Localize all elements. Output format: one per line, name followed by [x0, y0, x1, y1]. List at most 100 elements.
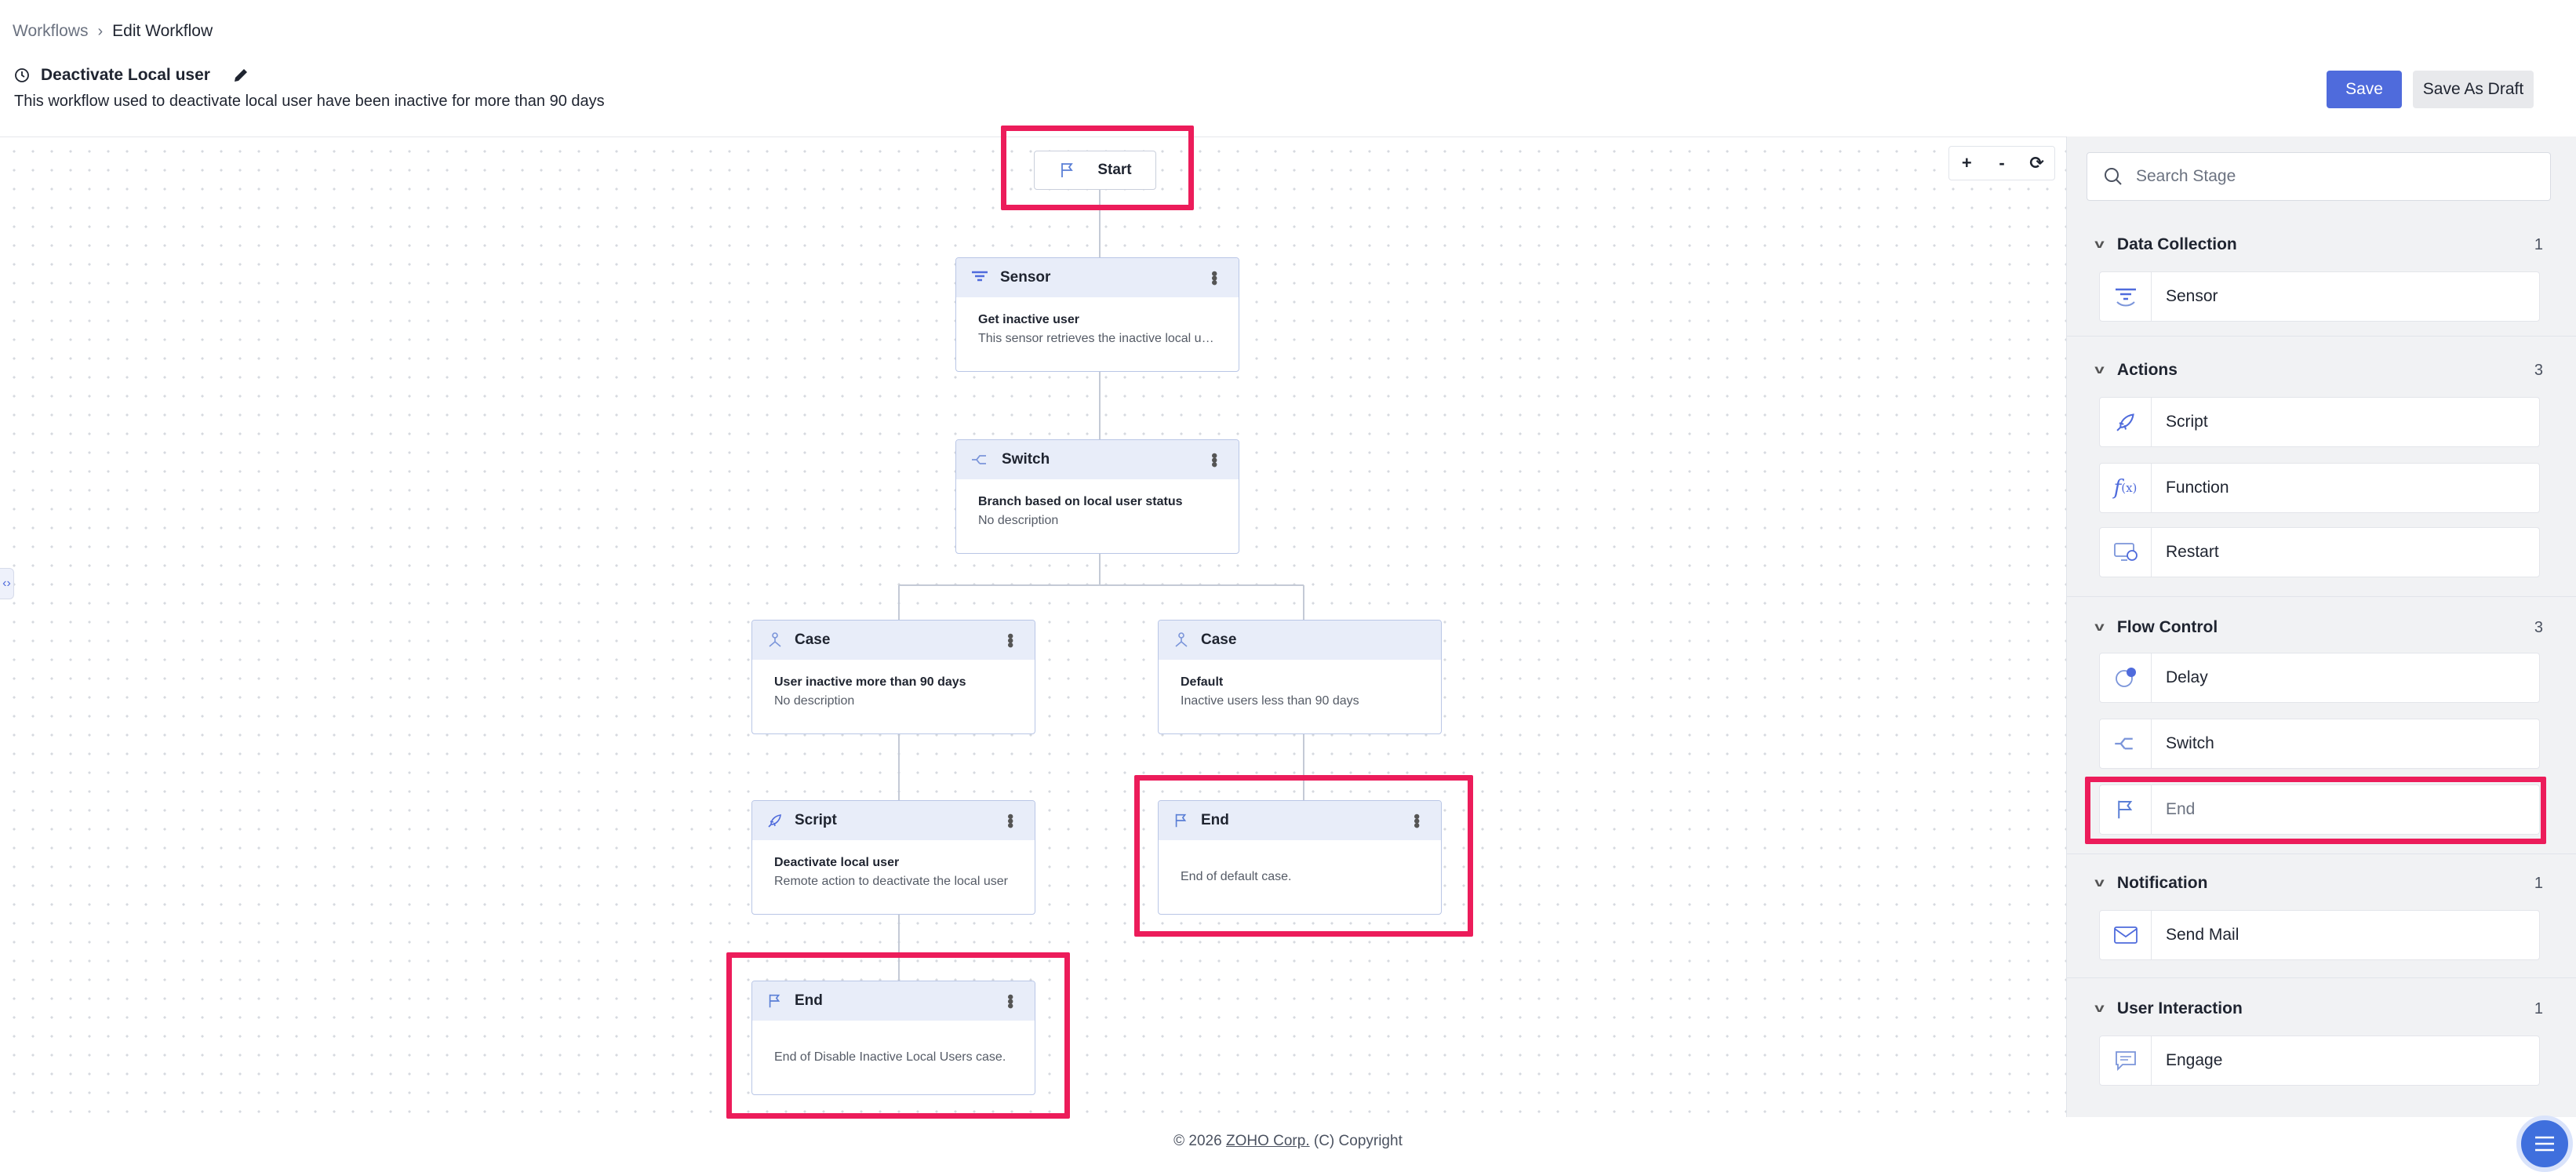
category-label: User Interaction	[2116, 999, 2243, 1017]
stage-item-restart[interactable]: Restart	[2099, 527, 2540, 577]
node-name: Branch based on local user status	[978, 495, 1183, 508]
stage-item-engage[interactable]: Engage	[2099, 1036, 2540, 1086]
node-type: Script	[795, 812, 837, 828]
node-header: Case •••	[752, 621, 1035, 660]
case-node-default[interactable]: Case Default Inactive users less than 90…	[1158, 620, 1442, 734]
workflow-description: This workflow used to deactivate local u…	[14, 93, 605, 110]
search-icon	[2105, 168, 2122, 185]
more-options-icon[interactable]: •••	[1406, 813, 1427, 827]
stage-item-delay[interactable]: Delay	[2099, 653, 2540, 703]
stage-item-end[interactable]: End	[2099, 784, 2540, 835]
sensor-node[interactable]: Sensor ••• Get inactive user This sensor…	[955, 257, 1239, 372]
footer-copyright: © 2026 ZOHO Corp. (C) Copyright	[0, 1133, 2576, 1150]
category-data-collection[interactable]: v Data Collection 1	[2094, 235, 2543, 254]
flag-icon	[1061, 163, 1074, 177]
chevron-right-icon: ›	[97, 22, 104, 40]
category-count: 1	[2534, 999, 2543, 1017]
category-notification[interactable]: v Notification 1	[2094, 874, 2543, 893]
node-name: Get inactive user	[978, 313, 1079, 326]
node-type: Sensor	[1000, 269, 1051, 286]
chat-bubble-icon	[2100, 1036, 2152, 1085]
breadcrumb-current: Edit Workflow	[112, 22, 213, 40]
rocket-icon	[768, 814, 781, 828]
expand-sidebar-icon[interactable]: ‹›	[0, 568, 14, 599]
flag-icon	[1175, 813, 1187, 828]
case-branch-icon	[1175, 632, 1188, 647]
stage-item-label: Sensor	[2166, 287, 2218, 305]
footer-copyright-text: (C) Copyright	[1313, 1133, 1403, 1149]
stage-item-label: Restart	[2166, 543, 2219, 561]
breadcrumb: Workflows › Edit Workflow	[13, 22, 213, 41]
save-as-draft-button[interactable]: Save As Draft	[2413, 71, 2534, 108]
zoom-in-button[interactable]: +	[1952, 153, 1981, 173]
category-count: 3	[2534, 361, 2543, 379]
footer-year: © 2026	[1173, 1133, 1222, 1149]
node-type: End	[1201, 812, 1229, 828]
chevron-down-icon: v	[2094, 238, 2105, 251]
stage-item-label: Engage	[2166, 1051, 2223, 1069]
stage-item-label: Script	[2166, 413, 2208, 431]
workflow-title: Deactivate Local user	[14, 66, 249, 85]
category-user-interaction[interactable]: v User Interaction 1	[2094, 999, 2543, 1018]
node-description: Remote action to deactivate the local us…	[774, 875, 1008, 888]
node-description: Inactive users less than 90 days	[1181, 694, 1359, 708]
app-root: Workflows › Edit Workflow Deactivate Loc…	[0, 0, 2576, 1172]
more-options-icon[interactable]: •••	[1000, 994, 1021, 1007]
breadcrumb-workflows-link[interactable]: Workflows	[13, 22, 88, 41]
category-label: Data Collection	[2116, 235, 2237, 253]
chevron-down-icon: v	[2094, 363, 2105, 377]
start-node[interactable]: Start	[1034, 151, 1156, 190]
node-header: Script •••	[752, 801, 1035, 840]
end-node-main[interactable]: End ••• End of Disable Inactive Local Us…	[751, 981, 1035, 1095]
more-options-icon[interactable]: •••	[1204, 453, 1224, 466]
category-label: Notification	[2116, 874, 2208, 892]
category-count: 1	[2534, 874, 2543, 892]
save-button[interactable]: Save	[2327, 71, 2402, 108]
menu-fab-button[interactable]	[2516, 1116, 2573, 1172]
footer-company-link[interactable]: ZOHO Corp.	[1226, 1133, 1310, 1149]
rocket-icon	[2100, 398, 2152, 446]
node-description: No description	[978, 514, 1059, 527]
flag-icon	[769, 994, 780, 1008]
node-description: End of default case.	[1181, 870, 1292, 883]
node-type: Switch	[1002, 451, 1050, 468]
search-stage-box[interactable]	[2087, 152, 2551, 201]
stage-item-sensor[interactable]: Sensor	[2099, 271, 2540, 322]
node-header: End •••	[1159, 801, 1441, 840]
node-type: End	[795, 992, 823, 1009]
divider	[2066, 336, 2576, 337]
reset-zoom-icon[interactable]: ⟳	[2023, 153, 2051, 173]
stage-item-function[interactable]: f (x) Function	[2099, 463, 2540, 513]
sensor-icon	[2100, 272, 2152, 321]
node-header: Switch •••	[956, 440, 1239, 479]
switch-node[interactable]: Switch ••• Branch based on local user st…	[955, 439, 1239, 554]
switch-icon	[972, 455, 986, 464]
monitor-restart-icon	[2100, 528, 2152, 577]
script-node[interactable]: Script ••• Deactivate local user Remote …	[751, 800, 1035, 915]
end-node-default[interactable]: End ••• End of default case.	[1158, 800, 1442, 915]
chevron-down-icon: v	[2094, 621, 2105, 634]
mail-icon	[2100, 911, 2152, 959]
stage-item-label: Function	[2166, 479, 2229, 497]
more-options-icon[interactable]: •••	[1204, 271, 1224, 284]
node-name: Default	[1181, 675, 1224, 689]
category-flow-control[interactable]: v Flow Control 3	[2094, 618, 2543, 637]
delay-clock-icon	[2100, 653, 2152, 702]
zoom-controls: + - ⟳	[1948, 146, 2055, 180]
stage-item-send-mail[interactable]: Send Mail	[2099, 910, 2540, 960]
stage-item-switch[interactable]: Switch	[2099, 719, 2540, 769]
case-branch-icon	[769, 632, 781, 647]
search-stage-input[interactable]	[2136, 167, 2528, 186]
zoom-out-button[interactable]: -	[1988, 153, 2016, 173]
case-node-inactive-90[interactable]: Case ••• User inactive more than 90 days…	[751, 620, 1035, 734]
more-options-icon[interactable]: •••	[1000, 813, 1021, 827]
category-actions[interactable]: v Actions 3	[2094, 361, 2543, 380]
pencil-edit-icon[interactable]	[232, 67, 249, 84]
chevron-down-icon: v	[2094, 876, 2105, 890]
node-header: End •••	[752, 981, 1035, 1021]
function-icon: f (x)	[2100, 464, 2152, 512]
hamburger-menu-icon	[2535, 1136, 2554, 1152]
more-options-icon[interactable]: •••	[1000, 633, 1021, 646]
stage-item-script[interactable]: Script	[2099, 397, 2540, 447]
category-count: 3	[2534, 618, 2543, 636]
